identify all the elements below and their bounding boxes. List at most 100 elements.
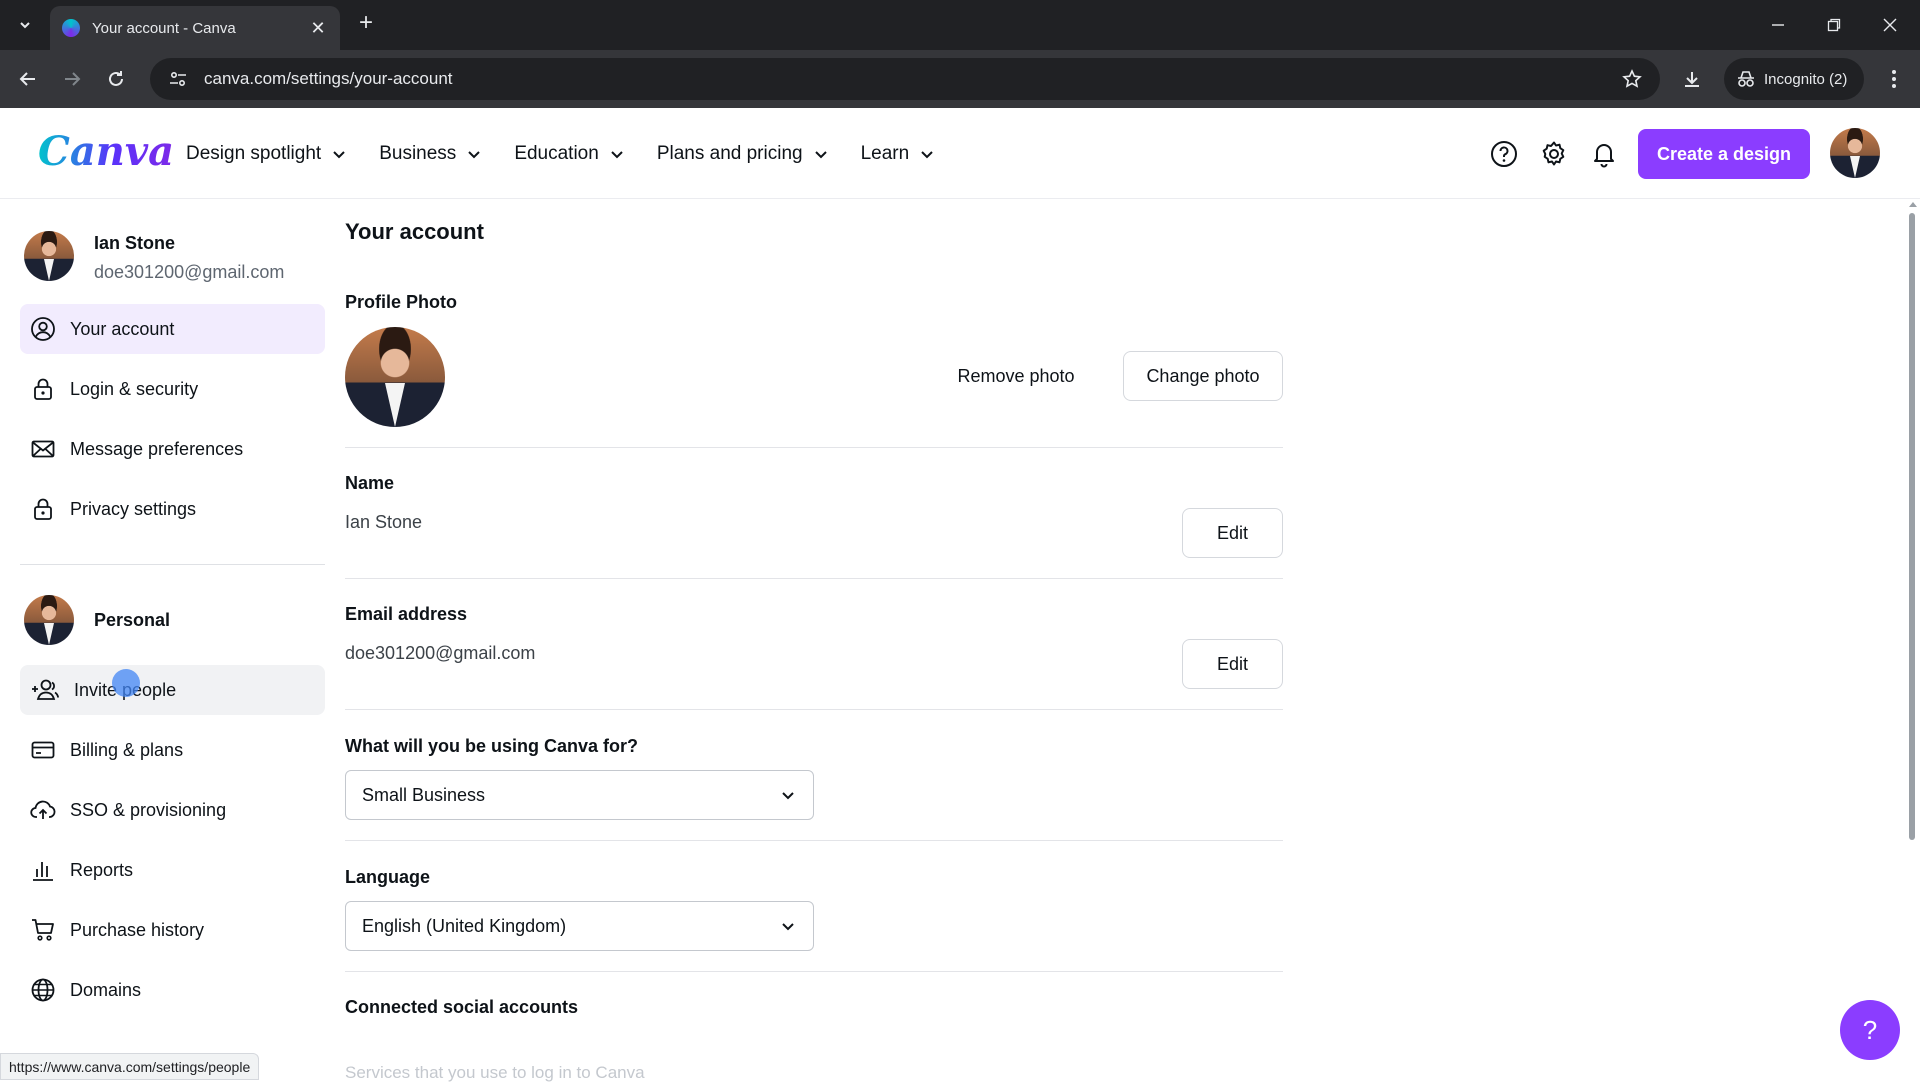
name-value: Ian Stone bbox=[345, 512, 423, 532]
restore-button[interactable] bbox=[1806, 0, 1862, 50]
sidebar-item-login-security[interactable]: Login & security bbox=[20, 364, 325, 414]
minimize-button[interactable] bbox=[1750, 0, 1806, 50]
minimize-icon bbox=[1772, 24, 1784, 26]
browser-menu-button[interactable] bbox=[1878, 63, 1910, 95]
reload-button[interactable] bbox=[100, 63, 132, 95]
chevron-down-icon bbox=[814, 150, 827, 158]
site-header: Canva Design spotlight Business Educatio… bbox=[0, 108, 1920, 199]
edit-email-button[interactable]: Edit bbox=[1182, 639, 1283, 689]
nav-education[interactable]: Education bbox=[498, 130, 641, 178]
chevron-down-icon bbox=[921, 150, 933, 158]
add-user-icon bbox=[32, 679, 60, 700]
sidebar-item-privacy-settings[interactable]: Privacy settings bbox=[20, 484, 325, 534]
sidebar-item-message-preferences[interactable]: Message preferences bbox=[20, 424, 325, 474]
chevron-down-icon bbox=[782, 923, 794, 931]
avatar bbox=[24, 595, 74, 645]
user-email: doe301200@gmail.com bbox=[94, 262, 285, 282]
close-window-button[interactable] bbox=[1862, 0, 1918, 50]
help-circle-icon bbox=[1491, 141, 1517, 167]
cart-icon bbox=[32, 919, 54, 941]
social-accounts-label: Connected social accounts bbox=[345, 997, 579, 1017]
sidebar-item-label: Domains bbox=[70, 979, 142, 1000]
incognito-icon bbox=[1738, 71, 1754, 87]
user-circle-icon bbox=[31, 317, 55, 341]
download-icon bbox=[1685, 72, 1699, 87]
sidebar-item-billing-plans[interactable]: Billing & plans bbox=[20, 725, 325, 775]
usage-label: What will you be using Canva for? bbox=[345, 736, 639, 756]
language-select[interactable]: English (United Kingdom) bbox=[345, 901, 814, 951]
restore-icon bbox=[1827, 18, 1841, 32]
nav-plans-and-pricing[interactable]: Plans and pricing bbox=[641, 130, 845, 178]
address-bar[interactable]: canva.com/settings/your-account bbox=[150, 58, 1660, 100]
chevron-down-icon bbox=[611, 150, 623, 158]
forward-button[interactable] bbox=[56, 63, 88, 95]
scrollbar-thumb[interactable] bbox=[1909, 213, 1915, 840]
sidebar-item-domains[interactable]: Domains bbox=[20, 965, 325, 1015]
profile-photo-label: Profile Photo bbox=[345, 292, 457, 312]
sidebar-item-purchase-history[interactable]: Purchase history bbox=[20, 905, 325, 955]
sidebar-item-label: Purchase history bbox=[70, 919, 205, 940]
nav-label: Business bbox=[379, 142, 457, 164]
edit-name-button[interactable]: Edit bbox=[1182, 508, 1283, 558]
language-label: Language bbox=[345, 867, 431, 887]
section-divider bbox=[345, 447, 1283, 448]
user-name: Ian Stone bbox=[94, 233, 176, 253]
remove-photo-button[interactable]: Remove photo bbox=[945, 351, 1087, 401]
section-divider bbox=[345, 971, 1283, 972]
usage-selected-value: Small Business bbox=[362, 784, 486, 805]
sidebar-item-invite-people[interactable]: Invite people bbox=[20, 665, 325, 715]
sidebar-item-label: Billing & plans bbox=[70, 739, 184, 760]
site-info-icon[interactable] bbox=[158, 58, 198, 100]
nav-design-spotlight[interactable]: Design spotlight bbox=[170, 130, 363, 178]
help-chat-button[interactable]: ? bbox=[1840, 1000, 1900, 1060]
section-divider bbox=[345, 840, 1283, 841]
sidebar-item-sso-provisioning[interactable]: SSO & provisioning bbox=[20, 785, 325, 835]
tab-title: Your account - Canva bbox=[92, 19, 236, 37]
back-button[interactable] bbox=[12, 63, 44, 95]
incognito-indicator[interactable]: Incognito (2) bbox=[1724, 58, 1864, 100]
change-photo-button[interactable]: Change photo bbox=[1123, 351, 1283, 401]
scroll-up-arrow-icon[interactable] bbox=[1906, 200, 1920, 212]
chevron-down-icon bbox=[20, 22, 30, 29]
browser-tab-active[interactable]: Your account - Canva ✕ bbox=[50, 6, 340, 50]
mouse-cursor-indicator bbox=[112, 669, 140, 697]
nav-label: Learn bbox=[860, 142, 910, 164]
create-a-design-button[interactable]: Create a design bbox=[1638, 129, 1810, 179]
gear-icon bbox=[1542, 141, 1565, 166]
sidebar-item-your-account[interactable]: Your account bbox=[20, 304, 325, 354]
help-button[interactable] bbox=[1484, 134, 1524, 174]
language-selected-value: English (United Kingdom) bbox=[362, 915, 567, 936]
usage-select[interactable]: Small Business bbox=[345, 770, 814, 820]
downloads-button[interactable] bbox=[1676, 63, 1708, 95]
nav-label: Education bbox=[514, 142, 599, 164]
nav-label: Design spotlight bbox=[186, 142, 322, 164]
page-title: Your account bbox=[345, 219, 484, 244]
main-nav: Design spotlight Business Education Plan… bbox=[170, 108, 951, 199]
social-accounts-description: Services that you use to log in to Canva bbox=[345, 1063, 645, 1082]
bar-chart-icon bbox=[33, 862, 53, 881]
sidebar-item-reports[interactable]: Reports bbox=[20, 845, 325, 895]
sidebar-item-label: Your account bbox=[70, 318, 175, 339]
canva-logo[interactable]: Canva bbox=[38, 128, 174, 175]
sidebar-user: Ian Stone doe301200@gmail.com bbox=[24, 231, 284, 283]
bookmark-star-icon[interactable] bbox=[1612, 69, 1652, 89]
nav-learn[interactable]: Learn bbox=[845, 130, 952, 178]
credit-card-icon bbox=[31, 741, 55, 759]
sidebar-item-label: Login & security bbox=[70, 378, 199, 399]
settings-button[interactable] bbox=[1534, 134, 1574, 174]
browser-toolbar: canva.com/settings/your-account Incognit… bbox=[0, 50, 1920, 108]
link-status-bar: https://www.canva.com/settings/people bbox=[0, 1053, 260, 1080]
notifications-button[interactable] bbox=[1584, 134, 1624, 174]
account-avatar[interactable] bbox=[1830, 128, 1880, 178]
reload-icon bbox=[109, 71, 123, 86]
nav-label: Plans and pricing bbox=[656, 142, 803, 164]
globe-icon bbox=[31, 978, 55, 1002]
envelope-icon bbox=[31, 440, 55, 458]
nav-business[interactable]: Business bbox=[363, 130, 498, 178]
arrow-left-icon bbox=[19, 72, 35, 86]
tab-search-button[interactable] bbox=[12, 12, 38, 38]
tab-close-button[interactable]: ✕ bbox=[308, 18, 328, 39]
profile-photo bbox=[345, 327, 445, 427]
chevron-down-icon bbox=[333, 150, 345, 158]
new-tab-button[interactable]: + bbox=[352, 10, 380, 38]
